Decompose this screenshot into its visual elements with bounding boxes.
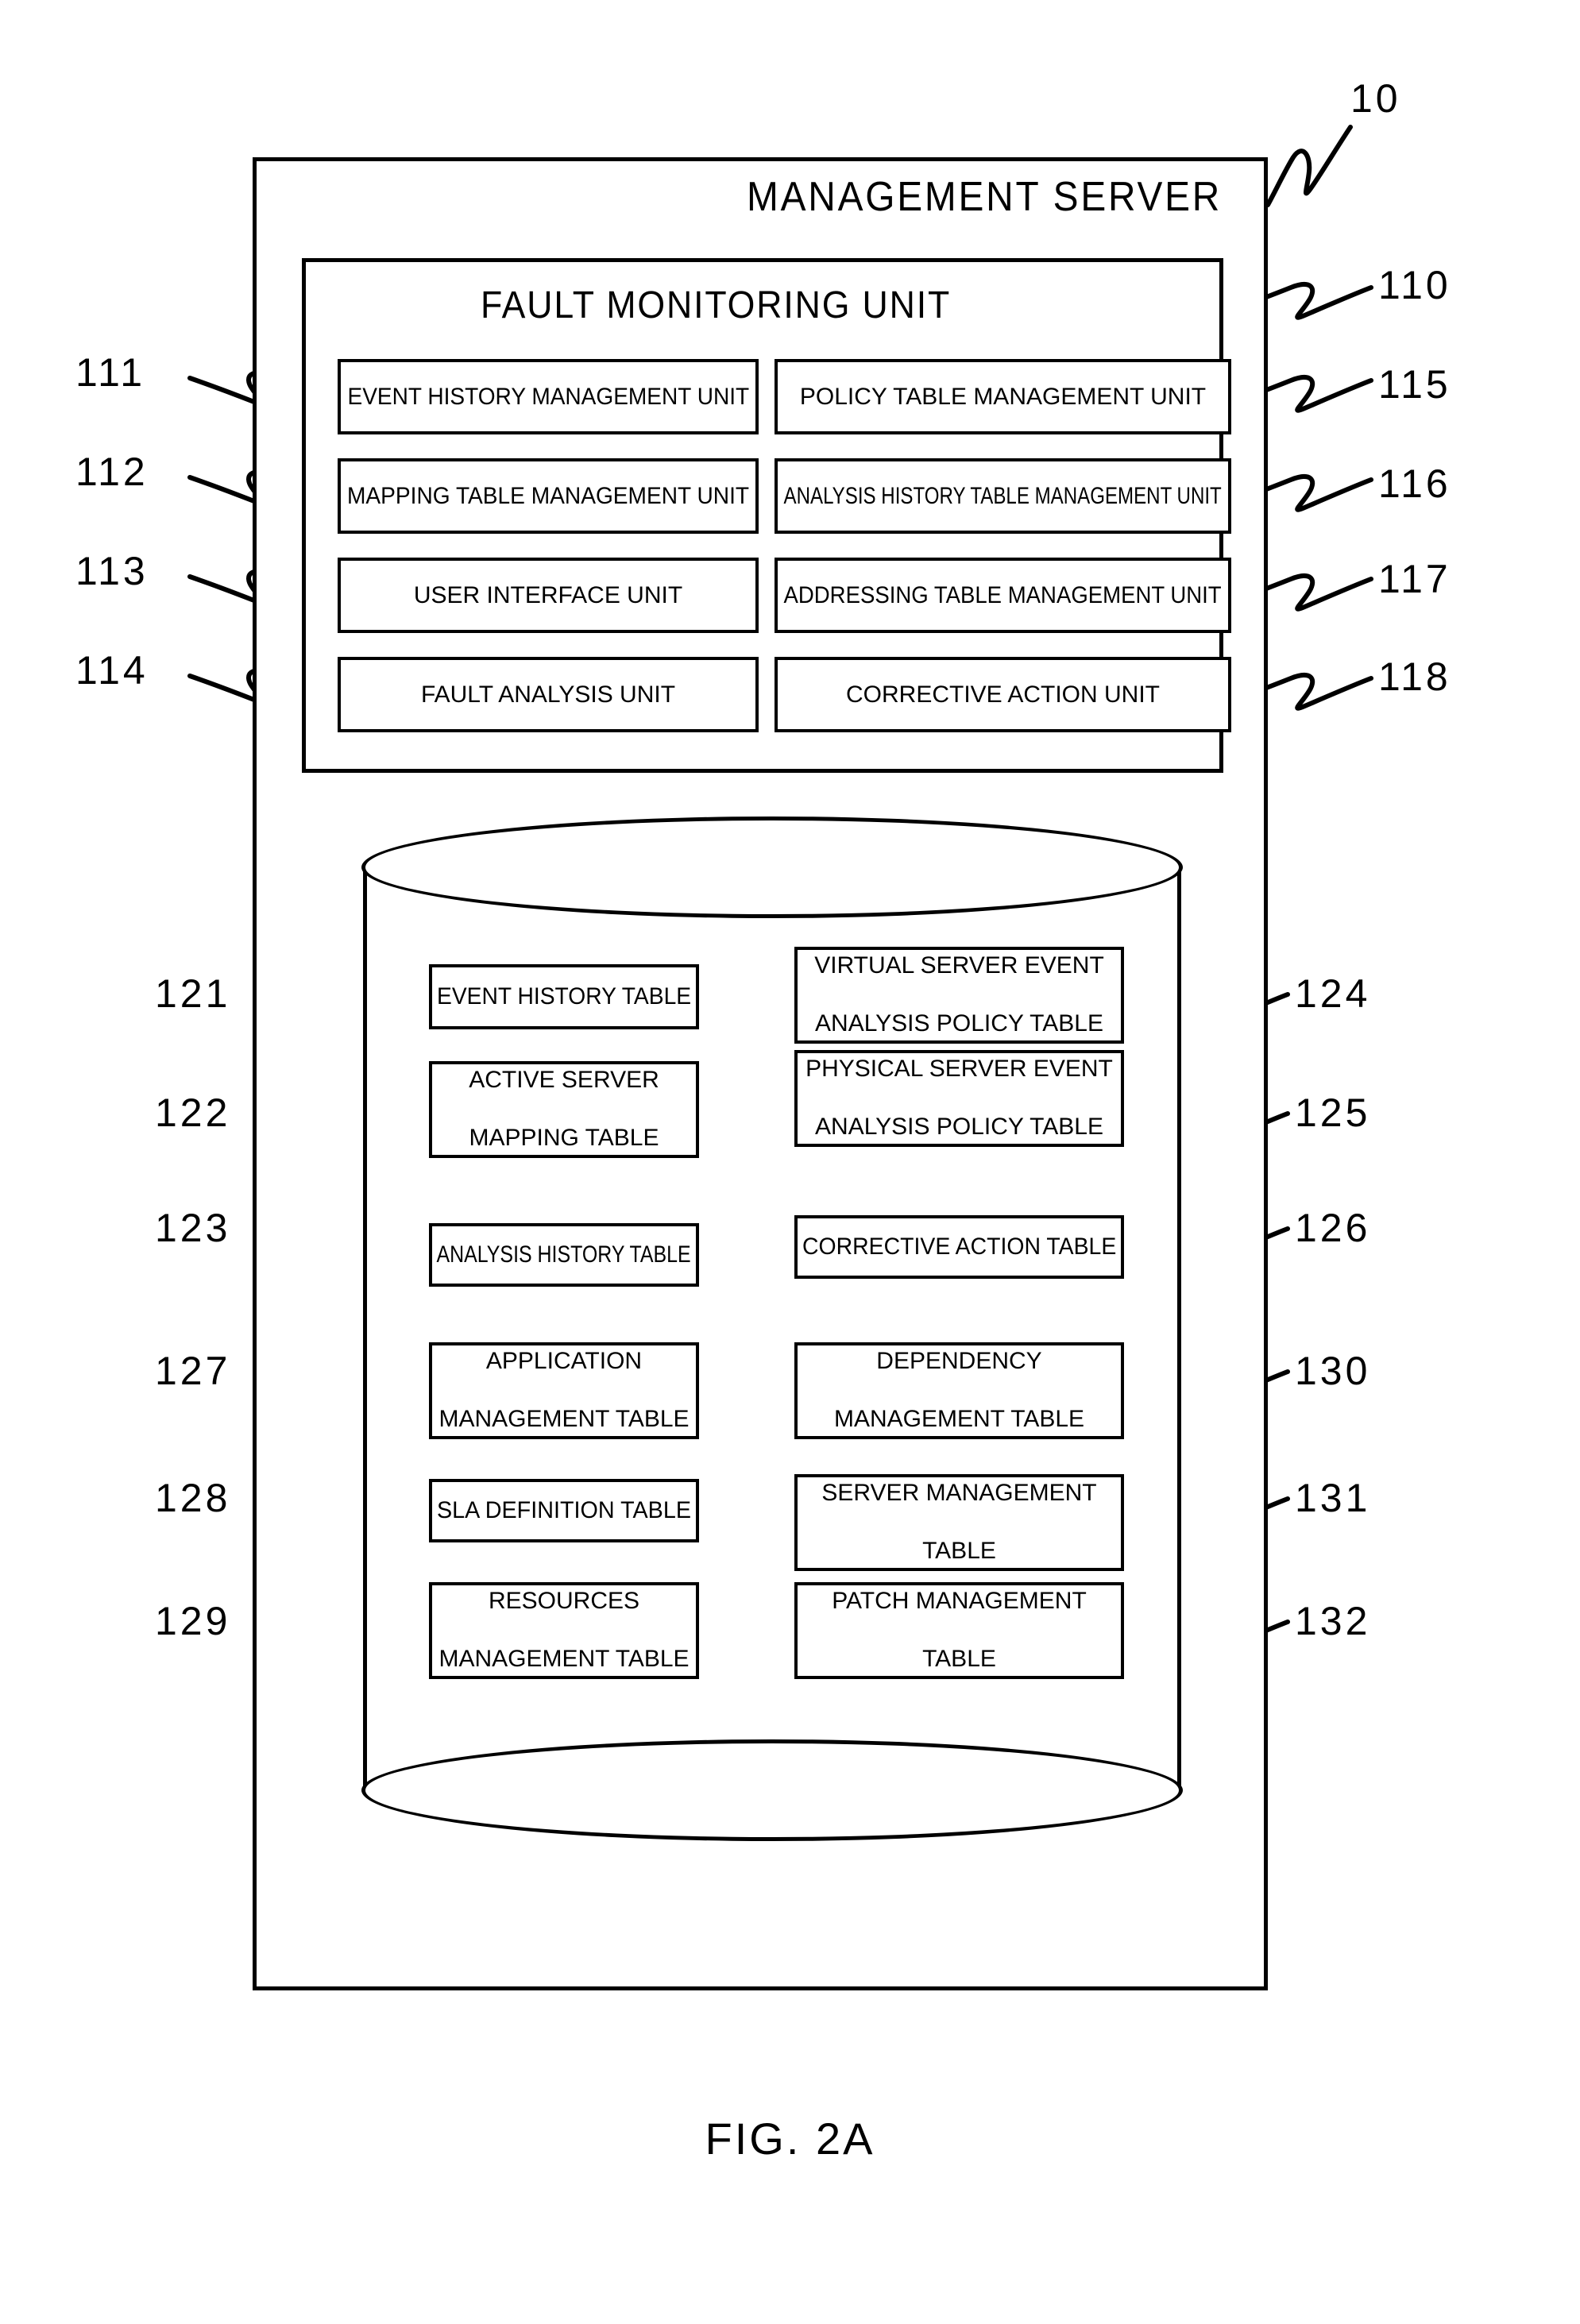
ref-117: 117 (1378, 557, 1451, 601)
table-box-line1: PHYSICAL SERVER EVENT (805, 1056, 1113, 1083)
database-cylinder-bottom (361, 1739, 1183, 1841)
table-box-label: PHYSICAL SERVER EVENT ANALYSIS POLICY TAB… (805, 1055, 1113, 1142)
ref-128: 128 (155, 1476, 231, 1520)
unit-box-label: MAPPING TABLE MANAGEMENT UNIT (346, 482, 750, 509)
table-box-line1: PATCH MANAGEMENT (832, 1588, 1087, 1615)
ref-113: 113 (75, 549, 149, 593)
database-cylinder-top (361, 816, 1183, 918)
ref-114: 114 (75, 648, 149, 693)
ref-10: 10 (1350, 76, 1401, 121)
table-box-129: RESOURCES MANAGEMENT TABLE (429, 1582, 699, 1679)
table-box-line2: MANAGEMENT TABLE (833, 1406, 1085, 1433)
table-box-line1: DEPENDENCY (876, 1348, 1042, 1375)
table-box-123: ANALYSIS HISTORY TABLE (429, 1223, 699, 1287)
table-box-label: SERVER MANAGEMENT TABLE (821, 1479, 1096, 1566)
unit-box-117: ADDRESSING TABLE MANAGEMENT UNIT (775, 558, 1231, 633)
table-box-line1: APPLICATION (485, 1348, 643, 1375)
table-box-122: ACTIVE SERVER MAPPING TABLE (429, 1061, 699, 1158)
table-box-128: SLA DEFINITION TABLE (429, 1479, 699, 1542)
table-box-line2: ANALYSIS POLICY TABLE (815, 1114, 1103, 1141)
unit-box-116: ANALYSIS HISTORY TABLE MANAGEMENT UNIT (775, 458, 1231, 534)
ref-112: 112 (75, 450, 149, 494)
table-box-line2: ANALYSIS POLICY TABLE (815, 1010, 1103, 1037)
unit-box-label: FAULT ANALYSIS UNIT (420, 681, 676, 708)
table-box-label: EVENT HISTORY TABLE (436, 982, 692, 1010)
ref-116: 116 (1378, 461, 1451, 506)
table-box-127: APPLICATION MANAGEMENT TABLE (429, 1342, 699, 1439)
unit-box-114: FAULT ANALYSIS UNIT (338, 657, 759, 732)
fault-monitoring-unit-title: FAULT MONITORING UNIT (481, 284, 952, 326)
unit-box-112: MAPPING TABLE MANAGEMENT UNIT (338, 458, 759, 534)
table-box-line2: MANAGEMENT TABLE (438, 1646, 690, 1673)
ref-118: 118 (1378, 654, 1451, 699)
table-box-130: DEPENDENCY MANAGEMENT TABLE (794, 1342, 1124, 1439)
table-box-label: VIRTUAL SERVER EVENT ANALYSIS POLICY TABL… (814, 952, 1104, 1039)
unit-box-label: POLICY TABLE MANAGEMENT UNIT (799, 383, 1207, 410)
table-box-label: CORRECTIVE ACTION TABLE (802, 1233, 1117, 1260)
unit-box-label: EVENT HISTORY MANAGEMENT UNIT (347, 383, 749, 410)
table-box-126: CORRECTIVE ACTION TABLE (794, 1215, 1124, 1279)
ref-127: 127 (155, 1349, 231, 1393)
table-box-line1: VIRTUAL SERVER EVENT (814, 952, 1104, 979)
unit-box-label: USER INTERFACE UNIT (413, 581, 683, 608)
ref-121: 121 (155, 971, 231, 1016)
table-box-label: RESOURCES MANAGEMENT TABLE (438, 1587, 689, 1674)
ref-124: 124 (1295, 971, 1371, 1016)
table-box-131: SERVER MANAGEMENT TABLE (794, 1474, 1124, 1571)
ref-123: 123 (155, 1206, 231, 1250)
table-box-121: EVENT HISTORY TABLE (429, 964, 699, 1029)
table-box-label: APPLICATION MANAGEMENT TABLE (438, 1347, 689, 1434)
ref-129: 129 (155, 1599, 231, 1643)
table-box-line2: MANAGEMENT TABLE (438, 1406, 690, 1433)
table-box-label: ACTIVE SERVER MAPPING TABLE (469, 1066, 659, 1153)
table-box-line2: TABLE (922, 1538, 996, 1565)
table-box-124: VIRTUAL SERVER EVENT ANALYSIS POLICY TABL… (794, 947, 1124, 1044)
table-box-line1: RESOURCES (488, 1588, 640, 1615)
ref-130: 130 (1295, 1349, 1371, 1393)
table-box-132: PATCH MANAGEMENT TABLE (794, 1582, 1124, 1679)
unit-box-118: CORRECTIVE ACTION UNIT (775, 657, 1231, 732)
table-box-label: SLA DEFINITION TABLE (437, 1496, 692, 1523)
management-server-title: MANAGEMENT SERVER (747, 174, 1223, 220)
unit-box-111: EVENT HISTORY MANAGEMENT UNIT (338, 359, 759, 434)
table-box-125: PHYSICAL SERVER EVENT ANALYSIS POLICY TAB… (794, 1050, 1124, 1147)
ref-110: 110 (1378, 263, 1451, 307)
figure-2a-canvas: MANAGEMENT SERVER FAULT MONITORING UNIT … (0, 0, 1580, 2324)
unit-box-113: USER INTERFACE UNIT (338, 558, 759, 633)
table-box-line1: SERVER MANAGEMENT (821, 1480, 1097, 1507)
table-box-line2: MAPPING TABLE (469, 1125, 659, 1152)
unit-box-label: ANALYSIS HISTORY TABLE MANAGEMENT UNIT (783, 482, 1223, 509)
unit-box-label: ADDRESSING TABLE MANAGEMENT UNIT (783, 581, 1223, 608)
ref-115: 115 (1378, 362, 1451, 407)
ref-125: 125 (1295, 1091, 1371, 1135)
ref-131: 131 (1295, 1476, 1371, 1520)
unit-box-label: CORRECTIVE ACTION UNIT (845, 681, 1161, 708)
ref-126: 126 (1295, 1206, 1371, 1250)
table-box-line2: TABLE (922, 1646, 996, 1673)
ref-122: 122 (155, 1091, 231, 1135)
ref-132: 132 (1295, 1599, 1371, 1643)
ref-111: 111 (75, 350, 146, 395)
table-box-label: PATCH MANAGEMENT TABLE (832, 1587, 1087, 1674)
table-box-label: DEPENDENCY MANAGEMENT TABLE (834, 1347, 1084, 1434)
table-box-label: ANALYSIS HISTORY TABLE (436, 1241, 692, 1268)
leader-10 (1265, 125, 1353, 207)
table-box-line1: ACTIVE SERVER (469, 1067, 659, 1094)
unit-box-115: POLICY TABLE MANAGEMENT UNIT (775, 359, 1231, 434)
figure-caption: FIG. 2A (705, 2114, 875, 2164)
